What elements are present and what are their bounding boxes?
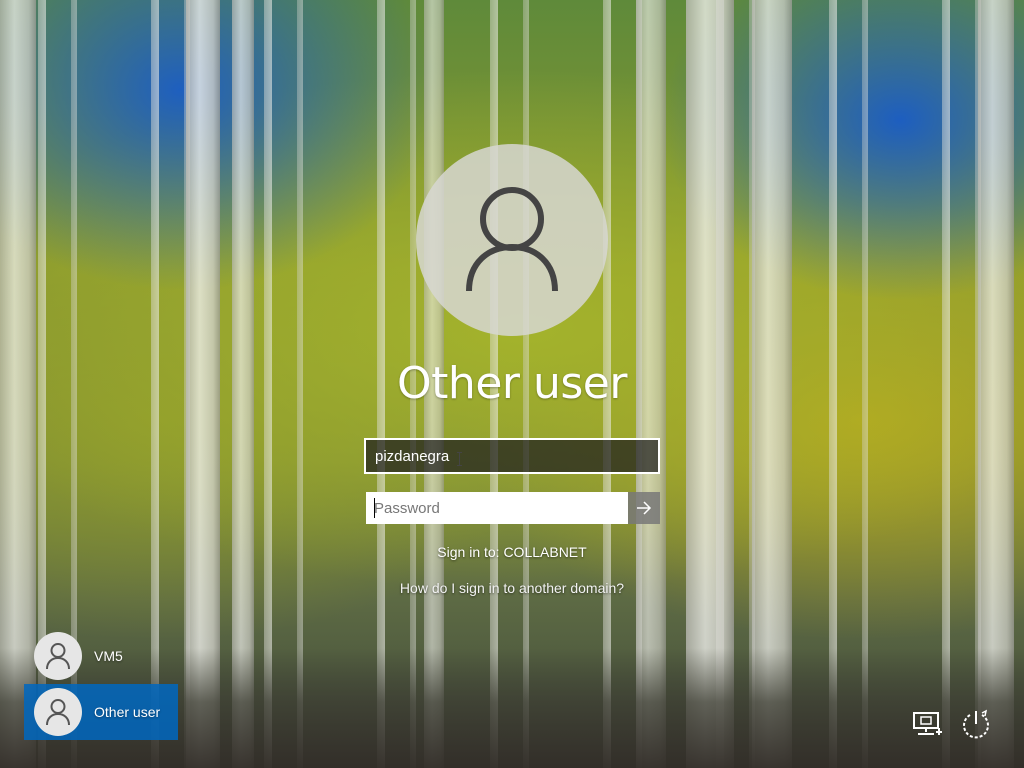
username-input[interactable]: pizdanegra	[364, 438, 660, 474]
user-avatar-large	[416, 144, 608, 336]
submit-button[interactable]	[628, 492, 660, 524]
network-icon	[913, 712, 942, 735]
password-caret	[374, 498, 375, 518]
password-row	[366, 492, 660, 524]
text-cursor-icon	[457, 452, 465, 466]
person-icon	[46, 699, 70, 726]
user-list-item-label: Other user	[94, 704, 161, 720]
arrow-right-icon	[637, 501, 652, 515]
user-list: VM5 Other user	[24, 628, 178, 740]
other-domain-link[interactable]: How do I sign in to another domain?	[312, 580, 712, 596]
avatar	[34, 632, 82, 680]
password-input[interactable]	[366, 492, 628, 524]
person-icon	[466, 187, 558, 292]
username-value: pizdanegra	[375, 447, 450, 465]
user-list-item-other-user[interactable]: Other user	[24, 684, 178, 740]
power-button[interactable]	[956, 704, 996, 744]
selected-user-name: Other user	[397, 358, 627, 409]
sign-in-domain-text: Sign in to: COLLABNET	[437, 544, 587, 560]
network-button[interactable]	[908, 704, 948, 744]
user-list-item-vm5[interactable]: VM5	[24, 628, 178, 684]
avatar	[34, 688, 82, 736]
user-list-item-label: VM5	[94, 648, 123, 664]
power-icon	[963, 709, 989, 739]
person-icon	[46, 643, 70, 670]
